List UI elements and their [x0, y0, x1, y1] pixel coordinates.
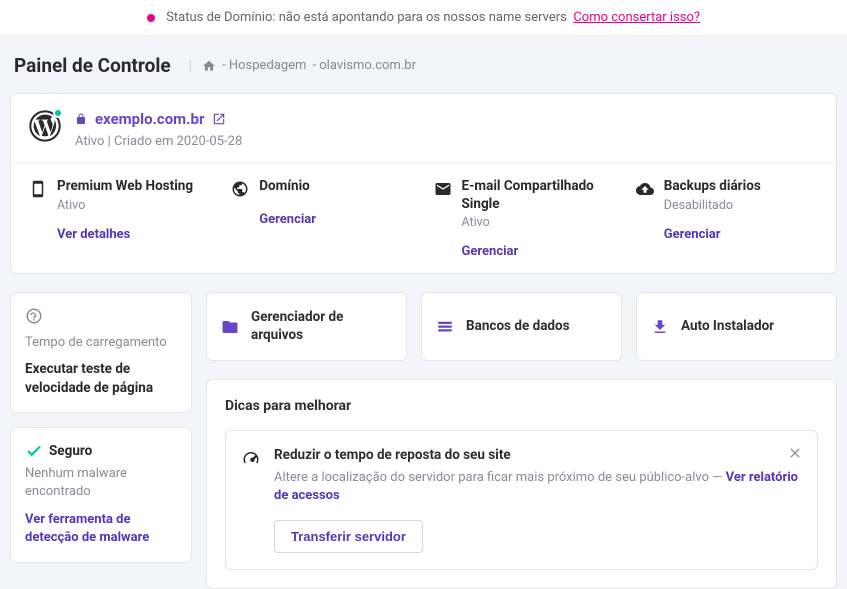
close-icon[interactable]	[787, 445, 803, 461]
site-header: exemplo.com.br Ativo | Criado em 2020-05…	[11, 94, 836, 164]
databases-card[interactable]: Bancos de dados	[421, 292, 622, 361]
help-icon	[25, 307, 43, 325]
tip-title: Reduzir o tempo de reposta do seu site	[274, 447, 801, 463]
run-speed-test-link[interactable]: Executar teste de velocidade de página	[25, 360, 177, 398]
tip-card: Reduzir o tempo de reposta do seu site A…	[225, 430, 818, 569]
breadcrumb-item: - Hospedagem	[222, 58, 306, 73]
service-status: Desabilitado	[664, 198, 818, 213]
tips-panel: Dicas para melhorar Reduzir o tempo de r…	[206, 379, 837, 588]
action-label: Bancos de dados	[466, 318, 570, 336]
download-icon	[651, 318, 669, 336]
site-card: exemplo.com.br Ativo | Criado em 2020-05…	[10, 93, 837, 274]
site-domain[interactable]: exemplo.com.br	[95, 110, 204, 128]
mail-icon	[434, 180, 452, 198]
hosting-icon	[29, 180, 47, 198]
load-time-box: Tempo de carregamento Executar teste de …	[10, 292, 192, 413]
file-manager-card[interactable]: Gerenciador de arquivos	[206, 292, 407, 361]
breadcrumb-item: - olavismo.com.br	[312, 58, 416, 73]
tip-body: Reduzir o tempo de reposta do seu site A…	[274, 447, 801, 552]
service-email: E-mail Compartilhado Single Ativo Gerenc…	[424, 178, 626, 259]
transfer-server-button[interactable]: Transferir servidor	[274, 520, 423, 553]
page-header: Painel de Controle | - Hospedagem - olav…	[0, 36, 847, 93]
security-sub: Nenhum malware encontrado	[25, 465, 177, 501]
security-title: Seguro	[49, 442, 92, 461]
status-bar: Status de Domínio: não está apontando pa…	[0, 0, 847, 36]
lock-icon	[75, 112, 87, 126]
wordpress-logo-icon	[29, 110, 61, 142]
service-status: Ativo	[462, 215, 616, 230]
database-icon	[436, 318, 454, 336]
tips-heading: Dicas para melhorar	[225, 398, 818, 414]
status-fix-link[interactable]: Como consertar isso?	[573, 10, 700, 25]
check-icon	[25, 442, 43, 460]
action-label: Gerenciador de arquivos	[251, 309, 392, 344]
service-title: Premium Web Hosting	[57, 178, 211, 196]
status-text: Status de Domínio: não está apontando pa…	[166, 10, 567, 25]
home-icon	[202, 59, 216, 73]
service-title: E-mail Compartilhado Single	[462, 178, 616, 213]
service-status: Ativo	[57, 198, 211, 213]
service-manage-link[interactable]: Gerenciar	[259, 212, 316, 227]
globe-icon	[231, 180, 249, 198]
service-details-link[interactable]: Ver detalhes	[57, 227, 130, 242]
external-link-icon[interactable]	[212, 112, 226, 126]
auto-installer-card[interactable]: Auto Instalador	[636, 292, 837, 361]
speed-icon	[242, 449, 260, 467]
site-name-row: exemplo.com.br	[75, 110, 818, 128]
breadcrumb: - Hospedagem - olavismo.com.br	[202, 58, 416, 73]
service-title: Domínio	[259, 178, 413, 196]
service-backup: Backups diários Desabilitado Gerenciar	[626, 178, 828, 259]
folder-icon	[221, 318, 239, 336]
left-column: Tempo de carregamento Executar teste de …	[10, 292, 192, 562]
right-column: Gerenciador de arquivos Bancos de dados …	[206, 292, 837, 588]
service-hosting: Premium Web Hosting Ativo Ver detalhes	[19, 178, 221, 259]
security-title-row: Seguro	[25, 442, 92, 461]
page-title: Painel de Controle	[14, 54, 171, 77]
malware-tool-link[interactable]: Ver ferramenta de detecção de malware	[25, 511, 177, 547]
service-manage-link[interactable]: Gerenciar	[664, 227, 721, 242]
security-box: Seguro Nenhum malware encontrado Ver fer…	[10, 427, 192, 563]
load-time-label: Tempo de carregamento	[25, 335, 177, 350]
services-row: Premium Web Hosting Ativo Ver detalhes D…	[11, 164, 836, 273]
service-title: Backups diários	[664, 178, 818, 196]
action-cards-row: Gerenciador de arquivos Bancos de dados …	[206, 292, 837, 361]
header-divider: |	[189, 58, 192, 74]
service-manage-link[interactable]: Gerenciar	[462, 244, 519, 259]
lower-section: Tempo de carregamento Executar teste de …	[0, 292, 847, 588]
action-label: Auto Instalador	[681, 318, 774, 336]
status-dot-icon	[147, 14, 155, 22]
site-meta: Ativo | Criado em 2020-05-28	[75, 134, 818, 149]
site-info: exemplo.com.br Ativo | Criado em 2020-05…	[75, 110, 818, 149]
service-domain: Domínio Gerenciar	[221, 178, 423, 259]
cloud-backup-icon	[636, 180, 654, 198]
status-indicator-icon	[53, 108, 63, 118]
tip-desc: Altere a localização do servidor para fi…	[274, 469, 801, 505]
